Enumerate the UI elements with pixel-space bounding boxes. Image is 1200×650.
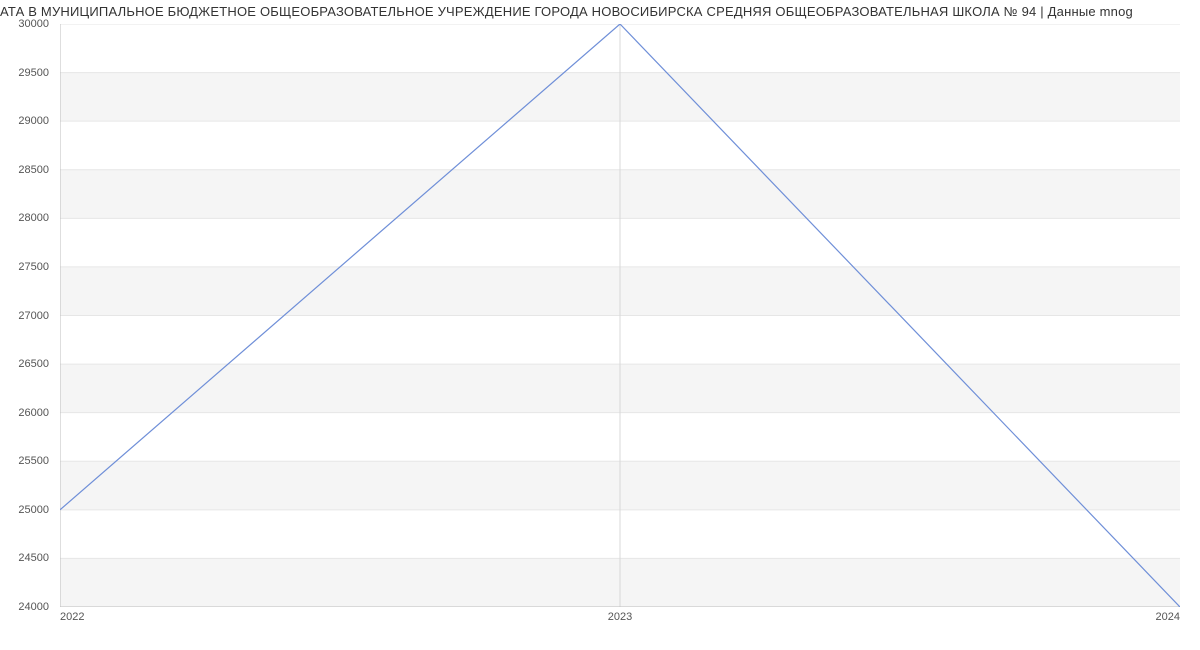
y-tick-label: 27500	[18, 261, 49, 273]
y-tick-label: 30000	[18, 18, 49, 30]
x-tick-label: 2023	[608, 611, 632, 623]
y-tick-label: 24500	[18, 552, 49, 564]
plot-area	[60, 24, 1180, 607]
y-tick-label: 25000	[18, 504, 49, 516]
y-tick-label: 29500	[18, 67, 49, 79]
y-tick-label: 26000	[18, 407, 49, 419]
x-tick-label: 2022	[60, 611, 84, 623]
y-axis-ticks: 2400024500250002550026000265002700027500…	[0, 24, 55, 607]
y-tick-label: 24000	[18, 601, 49, 613]
y-tick-label: 29000	[18, 115, 49, 127]
y-tick-label: 26500	[18, 358, 49, 370]
y-tick-label: 27000	[18, 310, 49, 322]
x-axis-ticks: 2022 2023 2024	[60, 611, 1180, 631]
y-tick-label: 25500	[18, 455, 49, 467]
plot-svg	[60, 24, 1180, 607]
y-tick-label: 28500	[18, 164, 49, 176]
x-tick-label: 2024	[1156, 611, 1180, 623]
y-tick-label: 28000	[18, 212, 49, 224]
chart-title: АТА В МУНИЦИПАЛЬНОЕ БЮДЖЕТНОЕ ОБЩЕОБРАЗО…	[0, 4, 1200, 19]
